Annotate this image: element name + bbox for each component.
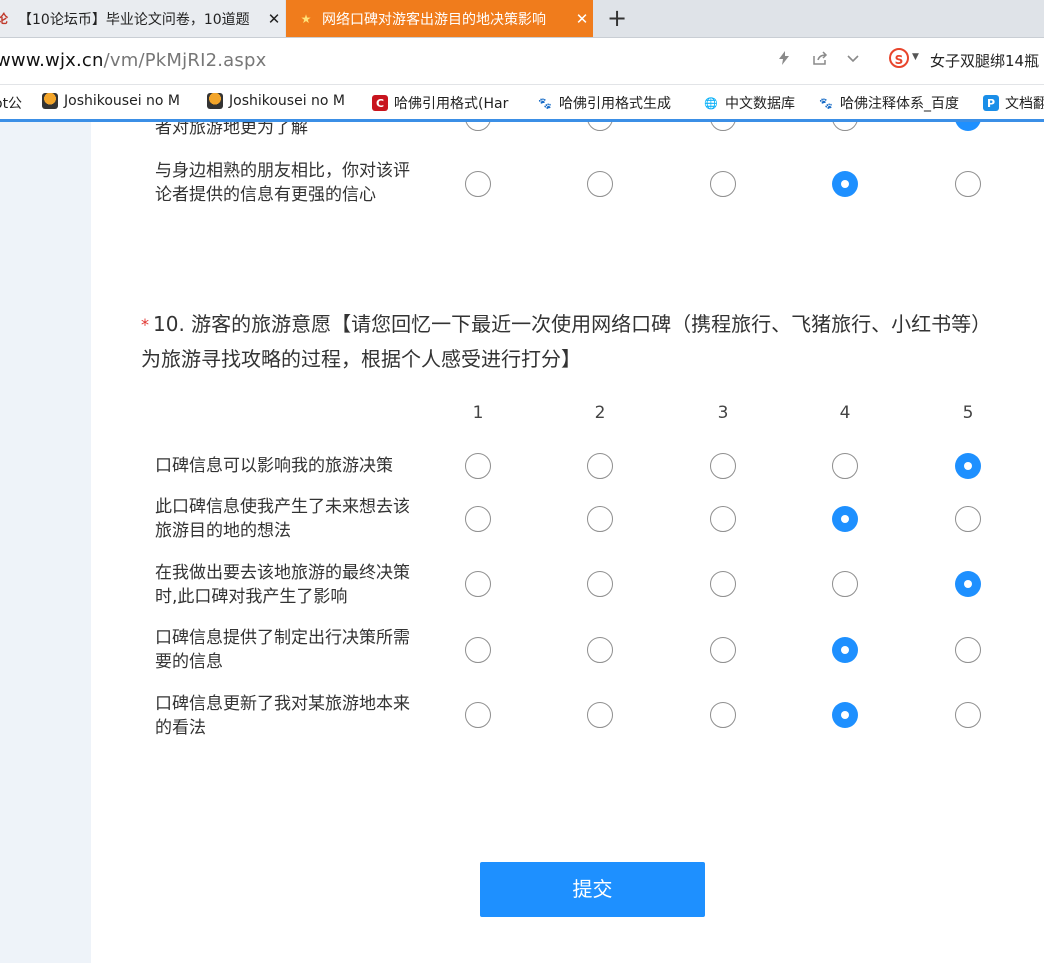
globe-icon: 🌐: [704, 96, 718, 110]
search-engine-caret-icon[interactable]: ▼: [912, 52, 919, 62]
penguin-icon: [207, 93, 223, 109]
bookmark-label: Joshikousei no M: [64, 93, 181, 109]
address-bar[interactable]: www.wjx.cn/vm/PkMjRI2.aspx: [0, 38, 1044, 85]
radio-option[interactable]: [587, 171, 613, 197]
matrix-row-label: 与身边相熟的朋友相比，你对该评论者提供的信息有更强的信心: [155, 161, 410, 205]
radio-option[interactable]: [587, 571, 613, 597]
radio-option[interactable]: [465, 571, 491, 597]
scale-header: 5: [962, 403, 974, 423]
radio-option[interactable]: [587, 702, 613, 728]
matrix-row-label: 口碑信息提供了制定出行决策所需要的信息: [155, 628, 410, 672]
bookmark-label: 哈佛引用格式(Har: [394, 96, 509, 112]
radio-option[interactable]: [710, 571, 736, 597]
radio-option[interactable]: [587, 453, 613, 479]
bookmarks-bar: ot公 Joshikousei no M Joshikousei no M C …: [0, 85, 1044, 122]
bookmark-item[interactable]: C 哈佛引用格式(Har: [372, 93, 508, 113]
radio-option[interactable]: [955, 506, 981, 532]
url-host: www.wjx.cn: [0, 50, 104, 71]
tab-survey-active[interactable]: ★ 网络口碑对游客出游目的地决策影响 ✕: [286, 0, 593, 37]
scale-header: 3: [717, 403, 729, 423]
radio-option-selected[interactable]: [832, 171, 858, 197]
url-path: /vm/PkMjRI2.aspx: [103, 50, 267, 71]
radio-option-selected[interactable]: [955, 571, 981, 597]
matrix-row-label: 口碑信息更新了我对某旅游地本来的看法: [155, 694, 410, 738]
bookmark-label: ot公: [0, 96, 23, 112]
page-left-margin: [0, 122, 91, 963]
radio-option[interactable]: [587, 506, 613, 532]
tab-strip: 论 【10论坛币】毕业论文问卷，10道题 ✕ ★ 网络口碑对游客出游目的地决策影…: [0, 0, 1044, 38]
radio-option[interactable]: [465, 453, 491, 479]
radio-option[interactable]: [465, 637, 491, 663]
radio-option[interactable]: [832, 122, 858, 131]
scale-header: 1: [472, 403, 484, 423]
radio-option[interactable]: [955, 637, 981, 663]
radio-option[interactable]: [465, 506, 491, 532]
new-tab-button[interactable]: +: [603, 3, 631, 33]
radio-option[interactable]: [832, 453, 858, 479]
tab-title: 【10论坛币】毕业论文问卷，10道题: [18, 11, 250, 28]
question-title-text: 10. 游客的旅游意愿【请您回忆一下最近一次使用网络口碑（携程旅行、飞猪旅行、小…: [141, 312, 992, 371]
radio-option-selected[interactable]: [955, 453, 981, 479]
url-text[interactable]: www.wjx.cn/vm/PkMjRI2.aspx: [0, 50, 266, 71]
citation-c-icon: C: [372, 95, 388, 111]
bookmark-label: 文档翻: [1005, 96, 1044, 112]
close-tab-icon[interactable]: ✕: [263, 10, 285, 28]
matrix-row-label: 口碑信息可以影响我的旅游决策: [155, 456, 393, 476]
bookmark-item[interactable]: 🐾 哈佛注释体系_百度: [818, 93, 959, 113]
radio-option[interactable]: [710, 453, 736, 479]
radio-option[interactable]: [465, 171, 491, 197]
bookmark-item[interactable]: Joshikousei no M: [207, 93, 345, 109]
radio-option[interactable]: [465, 702, 491, 728]
radio-option[interactable]: [710, 171, 736, 197]
radio-option[interactable]: [710, 637, 736, 663]
bookmark-item[interactable]: 🐾 哈佛引用格式生成: [537, 93, 671, 113]
baidu-paw-icon: 🐾: [538, 96, 552, 110]
lightning-icon[interactable]: [776, 50, 792, 70]
radio-option[interactable]: [955, 702, 981, 728]
bookmark-item[interactable]: ot公: [0, 93, 22, 113]
matrix-row-label: 者对旅游地更为了解: [155, 122, 308, 138]
tab-forum-questionnaire[interactable]: 论 【10论坛币】毕业论文问卷，10道题 ✕: [0, 0, 285, 37]
radio-option-selected[interactable]: [832, 506, 858, 532]
baidu-paw-icon: 🐾: [819, 96, 833, 110]
radio-option[interactable]: [587, 122, 613, 131]
bookmark-label: Joshikousei no M: [229, 93, 346, 109]
bookmark-label: 哈佛注释体系_百度: [840, 96, 959, 112]
scale-header: 4: [839, 403, 851, 423]
sogou-search-icon[interactable]: S: [889, 48, 909, 68]
scale-header: 2: [594, 403, 606, 423]
chevron-down-icon[interactable]: [846, 50, 860, 70]
penguin-icon: [42, 93, 58, 109]
question-title: * 10. 游客的旅游意愿【请您回忆一下最近一次使用网络口碑（携程旅行、飞猪旅行、…: [141, 307, 1011, 376]
p-doc-icon: P: [983, 95, 999, 111]
radio-option[interactable]: [587, 637, 613, 663]
radio-option[interactable]: [710, 702, 736, 728]
close-tab-icon[interactable]: ✕: [571, 10, 593, 28]
matrix-row-label: 此口碑信息使我产生了未来想去该旅游目的地的想法: [155, 497, 410, 541]
submit-button[interactable]: 提交: [480, 862, 705, 917]
radio-option-selected[interactable]: [955, 122, 981, 131]
radio-option[interactable]: [955, 171, 981, 197]
radio-option-selected[interactable]: [832, 637, 858, 663]
share-icon[interactable]: [812, 50, 829, 70]
bookmark-item[interactable]: 🌐 中文数据库: [703, 93, 795, 113]
bookmark-label: 中文数据库: [725, 96, 795, 112]
bookmark-label: 哈佛引用格式生成: [559, 96, 671, 112]
search-box-text[interactable]: 女子双腿绑14瓶: [930, 50, 1039, 71]
radio-option[interactable]: [710, 122, 736, 131]
tab-title: 网络口碑对游客出游目的地决策影响: [322, 11, 546, 28]
radio-option[interactable]: [465, 122, 491, 131]
bookmark-item[interactable]: Joshikousei no M: [42, 93, 180, 109]
bookmark-item[interactable]: P 文档翻: [983, 93, 1044, 113]
star-favicon-icon: ★: [300, 11, 312, 26]
radio-option[interactable]: [710, 506, 736, 532]
radio-option-selected[interactable]: [832, 702, 858, 728]
radio-option[interactable]: [832, 571, 858, 597]
required-mark: *: [141, 315, 149, 334]
forum-favicon-icon: 论: [0, 12, 8, 26]
matrix-row-label: 在我做出要去该地旅游的最终决策时,此口碑对我产生了影响: [155, 563, 410, 607]
survey-content: 者对旅游地更为了解 与身边相熟的朋友相比，你对该评论者提供的信息有更强的信心 *…: [91, 122, 1044, 963]
